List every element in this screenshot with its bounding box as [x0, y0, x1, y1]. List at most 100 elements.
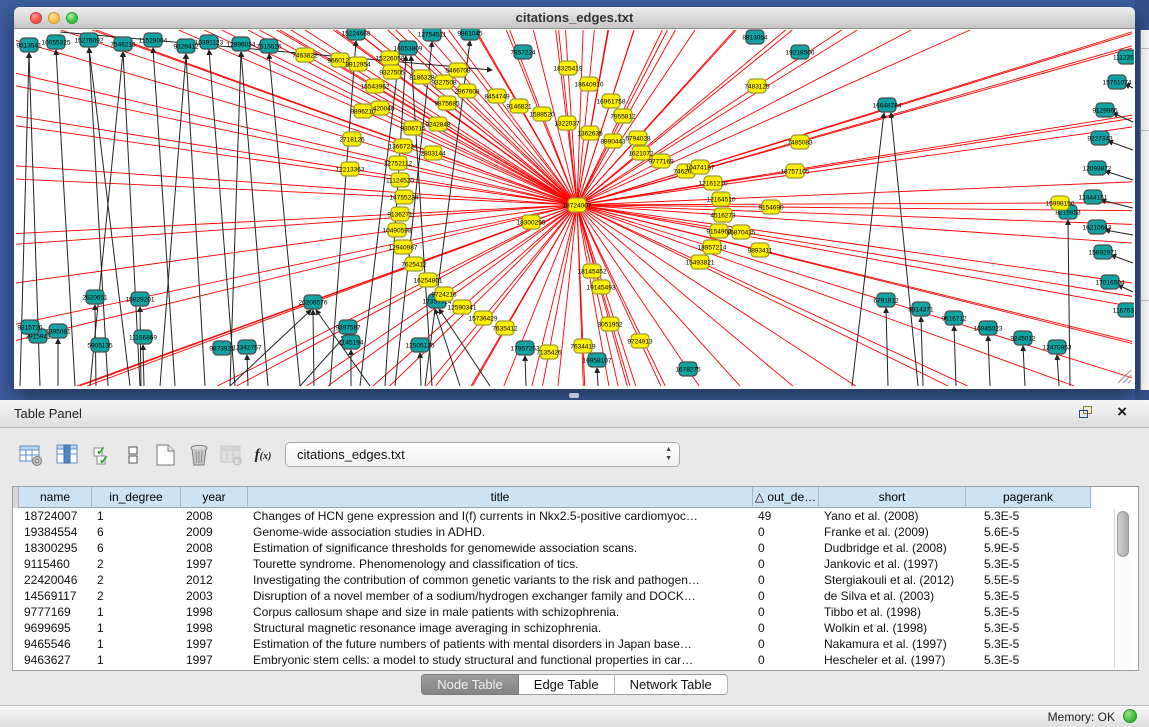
table-cell: 5.3E-5 [966, 620, 1091, 636]
network-window: citations_edges.txt 93135411005532515276… [14, 7, 1135, 389]
table-cell: 6 [92, 524, 181, 540]
table-cell: 0 [753, 588, 819, 604]
graph-node-label: 7135426 [536, 349, 562, 356]
graph-node-label: 15493821 [686, 259, 715, 266]
table-cell: 14569117 [19, 588, 92, 604]
table-mode-button[interactable] [16, 440, 46, 470]
show-columns-button[interactable] [52, 440, 82, 470]
table-cell: 1 [92, 620, 181, 636]
delete-table-button-disabled: x [216, 440, 246, 470]
function-builder-button[interactable]: f(x) [248, 440, 278, 470]
table-cell: 5.5E-5 [966, 572, 1091, 588]
graph-node-label: 12505135 [406, 342, 435, 349]
network-view[interactable]: 9313541100553251527609275462131152900493… [15, 29, 1134, 388]
tab-edge-table[interactable]: Edge Table [519, 674, 615, 695]
table-cell: 0 [753, 636, 819, 652]
graph-node-label: 1678275 [675, 366, 701, 373]
row-height-button[interactable] [118, 440, 148, 470]
table-cell: 1997 [181, 556, 248, 572]
table-cell: Estimation of significance thresholds fo… [248, 540, 753, 556]
table-cell: Tourette syndrome. Phenomenology and cla… [248, 556, 753, 572]
graph-node-label: 9861045 [457, 30, 483, 37]
graph-node-label: 19145493 [587, 284, 616, 291]
table-cell: 2 [92, 572, 181, 588]
table-cell: 0 [753, 572, 819, 588]
graph-node-label: 20206576 [299, 299, 328, 306]
graph-node-label: 9397587 [335, 324, 361, 331]
table-panel-title: Table Panel [14, 406, 82, 421]
split-pane-handle[interactable] [569, 393, 579, 398]
table-cell: Nakamura et al. (1997) [819, 636, 966, 652]
graph-node-label: 11675301 [1113, 307, 1134, 314]
graph-node-label: 12444151 [1079, 194, 1108, 201]
table-row[interactable]: 2242004622012Investigating the contribut… [19, 572, 1091, 588]
graph-node-label: 1621072 [628, 150, 654, 157]
window-titlebar[interactable]: citations_edges.txt [14, 7, 1135, 29]
column-header-short[interactable]: short [819, 487, 966, 508]
graph-node-label: 7857224 [510, 49, 536, 56]
graph-node-label: 9724913 [627, 338, 653, 345]
column-header-pagerank[interactable]: pagerank [966, 487, 1091, 508]
graph-node-label: 1588520 [529, 111, 555, 118]
resize-grip[interactable] [1118, 370, 1131, 383]
table-cell: 2012 [181, 572, 248, 588]
table-cell: 18300295 [19, 540, 92, 556]
graph-node-label: 9313541 [16, 42, 42, 49]
column-header-out_de[interactable]: △ out_de… [753, 487, 819, 508]
table-cell: 1 [92, 636, 181, 652]
table-row[interactable]: 1938455462009Genome-wide association stu… [19, 524, 1091, 540]
graph-node-label: 9315726 [17, 324, 43, 331]
table-cell: Embryonic stem cells: a model to study s… [248, 652, 753, 668]
graph-node-label: 9327505 [379, 69, 405, 76]
table-row[interactable]: 1872400712008Changes of HCN gene express… [19, 508, 1091, 524]
graph-node-label: 2803144 [420, 150, 446, 157]
table-cell: 0 [753, 652, 819, 668]
graph-node-label: 7546213 [110, 41, 136, 48]
table-row[interactable]: 946554611997Estimation of the future num… [19, 636, 1091, 652]
table-row[interactable]: 911546021997Tourette syndrome. Phenomeno… [19, 556, 1091, 572]
table-row[interactable]: 977716911998Corpus callosum shape and si… [19, 604, 1091, 620]
table-cell: 0 [753, 604, 819, 620]
graph-node-label: 7634419 [570, 343, 596, 350]
memory-status-indicator[interactable] [1123, 709, 1137, 723]
table-cell: 49 [753, 508, 819, 524]
table-row[interactable]: 946362711997Embryonic stem cells: a mode… [19, 652, 1091, 668]
tab-network-table[interactable]: Network Table [615, 674, 728, 695]
column-header-year[interactable]: year [181, 487, 248, 508]
graph-node-label: 8813054 [742, 34, 768, 41]
column-header-title[interactable]: title [248, 487, 753, 508]
graph-node-label: 11124520 [386, 177, 414, 184]
graph-node-label: 1362635 [577, 130, 603, 137]
graph-node-label: 5466708 [445, 67, 471, 74]
float-panel-icon[interactable] [1079, 406, 1095, 420]
graph-node-label: 7635412 [492, 325, 518, 332]
table-cell: Wolkin et al. (1998) [819, 620, 966, 636]
table-cell: 1 [92, 652, 181, 668]
table-row[interactable]: 969969511998Structural magnetic resonanc… [19, 620, 1091, 636]
graph-node-label: 16870425 [727, 229, 756, 236]
column-header-in_degree[interactable]: in_degree [92, 487, 181, 508]
window-title: citations_edges.txt [14, 10, 1135, 25]
close-panel-icon[interactable]: × [1117, 402, 1127, 422]
network-canvas[interactable]: 9313541100553251527609275462131152900493… [15, 29, 1134, 388]
column-header-name[interactable]: name [19, 487, 92, 508]
graph-node-label: 9227343 [1087, 135, 1113, 142]
graph-node-label: 15692971 [1089, 249, 1118, 256]
graph-node-label: 19218506 [786, 49, 815, 56]
table-panel: Table Panel × ✓✓ x f(x) citations_edges. [0, 400, 1149, 705]
create-column-button[interactable] [150, 440, 180, 470]
vertical-scrollbar[interactable] [1114, 509, 1131, 668]
tab-node-table[interactable]: Node Table [421, 674, 519, 695]
graph-node-label: 12342757 [233, 344, 262, 351]
graph-node-label: 9306715 [400, 125, 426, 132]
graph-node-label: 7485083 [787, 139, 813, 146]
table-row[interactable]: 1456911722003Disruption of a novel membe… [19, 588, 1091, 604]
table-row[interactable]: 1830029562008Estimation of significance … [19, 540, 1091, 556]
graph-node-label: 9242848 [425, 121, 451, 128]
scrollbar-thumb[interactable] [1117, 511, 1129, 557]
delete-column-button[interactable] [184, 440, 214, 470]
table-cell: 1997 [181, 636, 248, 652]
table-selector-dropdown[interactable]: citations_edges.txt ▲▼ [285, 442, 680, 467]
table-cell: Disruption of a novel member of a sodium… [248, 588, 753, 604]
selection-mode-button[interactable]: ✓✓ [88, 440, 118, 470]
